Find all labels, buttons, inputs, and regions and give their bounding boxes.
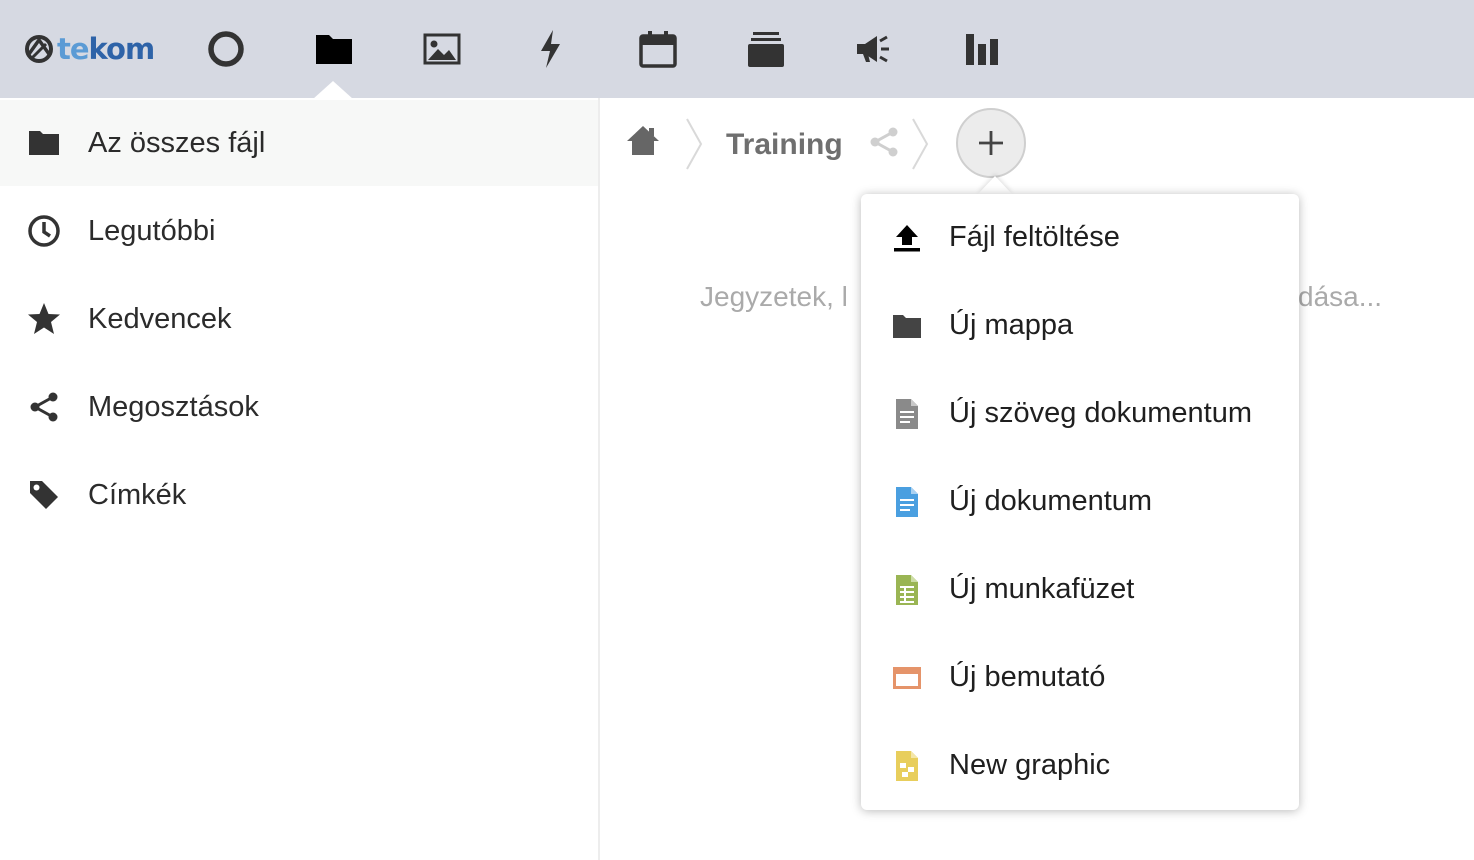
sidebar-item-recent[interactable]: Legutóbbi (0, 188, 598, 274)
top-header: tekom (0, 0, 1474, 98)
app-photos[interactable] (416, 24, 468, 74)
share-icon (870, 127, 898, 157)
clock-icon (26, 213, 62, 249)
sidebar-item-favorites[interactable]: Kedvencek (0, 276, 598, 362)
circle-icon (208, 31, 244, 67)
sidebar-item-label: Az összes fájl (88, 126, 266, 159)
spreadsheet-icon (889, 572, 925, 608)
breadcrumb: Training (600, 98, 1474, 190)
new-item-button[interactable] (956, 108, 1026, 178)
app-statistics[interactable] (956, 24, 1008, 74)
sidebar-item-tags[interactable]: Címkék (0, 452, 598, 538)
upload-icon (889, 220, 925, 256)
lightning-icon (541, 30, 560, 68)
breadcrumb-current-folder[interactable]: Training (726, 128, 843, 162)
folder-icon (316, 35, 352, 64)
menu-item-label: Fájl feltöltése (949, 221, 1120, 253)
menu-item-label: Új dokumentum (949, 485, 1153, 517)
menu-item-label: New graphic (949, 749, 1111, 781)
breadcrumb-separator-icon (912, 118, 929, 170)
logo-text: tekom (57, 31, 155, 66)
menu-item-label: Új munkafüzet (949, 573, 1135, 605)
menu-item-new-text-document[interactable]: Új szöveg dokumentum (861, 370, 1299, 458)
app-activity[interactable] (524, 24, 576, 74)
tekom-logo[interactable]: tekom (24, 29, 155, 69)
breadcrumb-separator-icon (686, 118, 703, 170)
calendar-icon (639, 31, 677, 68)
document-icon (889, 484, 925, 520)
app-deck[interactable] (740, 24, 792, 74)
sidebar-item-shares[interactable]: Megosztások (0, 364, 598, 450)
menu-item-new-folder[interactable]: Új mappa (861, 282, 1299, 370)
share-folder-button[interactable] (868, 126, 900, 163)
text-file-icon (889, 396, 925, 432)
app-files[interactable] (308, 24, 360, 74)
breadcrumb-home[interactable] (625, 124, 665, 164)
plus-icon (979, 131, 1003, 155)
presentation-icon (889, 660, 925, 696)
menu-item-upload-file[interactable]: Fájl feltöltése (861, 194, 1299, 282)
empty-hint-start: Jegyzetek, l (700, 281, 848, 312)
sidebar-item-all-files[interactable]: Az összes fájl (0, 100, 598, 186)
image-icon (423, 33, 461, 65)
menu-item-label: Új szöveg dokumentum (949, 397, 1253, 429)
sidebar-item-label: Legutóbbi (88, 214, 216, 247)
folder-icon (26, 125, 62, 161)
bar-chart-icon (966, 34, 998, 65)
files-sidebar: Az összes fájl Legutóbbi Kedvencek Megos… (0, 98, 600, 860)
logo-mark-icon (25, 35, 53, 63)
graphic-icon (889, 748, 925, 784)
sidebar-item-label: Kedvencek (88, 302, 232, 335)
active-app-indicator (313, 81, 353, 99)
menu-item-label: Új bemutató (949, 661, 1106, 693)
share-icon (26, 389, 62, 425)
menu-item-label: Új mappa (949, 309, 1074, 341)
megaphone-icon (857, 35, 889, 63)
menu-item-new-presentation[interactable]: Új bemutató (861, 634, 1299, 722)
new-menu-pointer (978, 176, 1012, 194)
folder-icon (889, 308, 925, 344)
app-dashboard[interactable] (200, 24, 252, 74)
app-announcements[interactable] (848, 24, 900, 74)
menu-item-new-graphic[interactable]: New graphic (861, 722, 1299, 810)
tag-icon (26, 477, 62, 513)
empty-hint-end: dása... (1298, 281, 1383, 312)
star-icon (26, 301, 62, 337)
sidebar-item-label: Megosztások (88, 390, 259, 423)
menu-item-new-spreadsheet[interactable]: Új munkafüzet (861, 546, 1299, 634)
sidebar-item-label: Címkék (88, 478, 187, 511)
home-icon (627, 126, 659, 155)
menu-item-new-document[interactable]: Új dokumentum (861, 458, 1299, 546)
stack-icon (748, 32, 784, 67)
app-calendar[interactable] (632, 24, 684, 74)
new-item-menu: Fájl feltöltése Új mappa Új szöveg dokum… (861, 194, 1299, 810)
